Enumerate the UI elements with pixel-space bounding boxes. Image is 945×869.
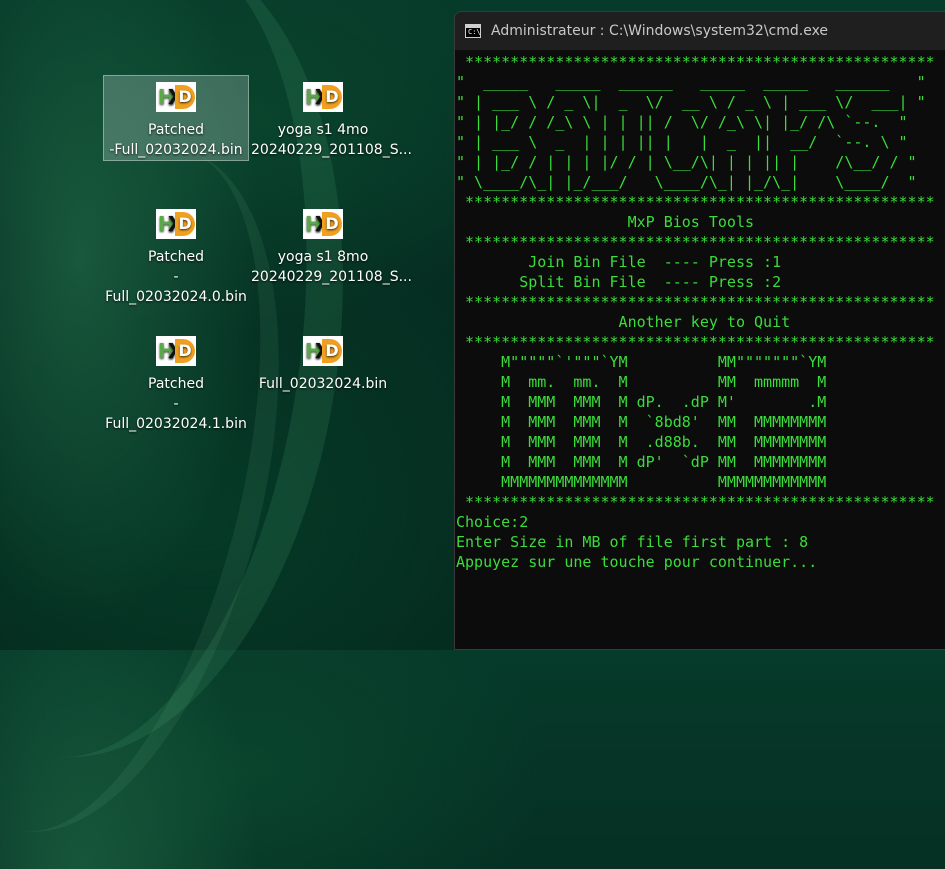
cmd-titlebar[interactable]: C:\ Administrateur : C:\Windows\system32… xyxy=(455,12,945,50)
console-line: " | ___ \ / _ \| _ \/ __ \ / _ \ | ___ \… xyxy=(456,93,926,111)
desktop-icon-label: Patched xyxy=(148,249,204,265)
hxd-file-icon: HXD xyxy=(303,336,343,366)
console-line: M MMM MMM M `8bd8' MM MMMMMMMM xyxy=(456,413,827,431)
console-line: ****************************************… xyxy=(456,493,935,511)
console-line: " | |_/ / /_\ \ | | || / \/ /_\ \| |_/ /… xyxy=(456,113,908,131)
console-line: MMMMMMMMMMMMMM MMMMMMMMMMMM xyxy=(456,473,827,491)
console-line: Choice:2 xyxy=(456,513,529,531)
console-line: " \____/\_| |_/___/ \____/\_| |_/\_| \__… xyxy=(456,173,917,191)
desktop-icon-label: -Full_02032024.0.bin xyxy=(105,269,247,305)
desktop-icon-patched-full-0-bin[interactable]: HXD Patched -Full_02032024.0.bin xyxy=(104,203,248,305)
hxd-file-icon: HXD xyxy=(156,336,196,366)
hxd-file-icon: HXD xyxy=(303,209,343,239)
console-line: M"""""`'"""`YM MM"""""""`YM xyxy=(456,353,827,371)
desktop-icon-label: Patched xyxy=(148,122,204,138)
console-line: ****************************************… xyxy=(456,53,935,71)
desktop-icon-label: Patched xyxy=(148,376,204,392)
console-line: " _____ _____ ______ _____ _____ ______ … xyxy=(456,73,926,91)
cmd-console-output[interactable]: ****************************************… xyxy=(455,50,945,572)
console-line: M MMM MMM M dP' `dP MM MMMMMMMM xyxy=(456,453,827,471)
desktop-icon-label: yoga s1 4mo xyxy=(277,122,369,138)
console-line: " | |_/ / | | | |/ / | \__/\| | | || | /… xyxy=(456,153,917,171)
desktop-icon-yoga-8mo[interactable]: HXD yoga s1 8mo 20240229_201108_S... xyxy=(251,203,412,287)
console-line: Another key to Quit xyxy=(456,313,791,331)
console-line: ****************************************… xyxy=(456,293,935,311)
desktop-icon-yoga-4mo[interactable]: HXD yoga s1 4mo 20240229_201108_S... xyxy=(251,76,412,160)
desktop-icon-patched-full-bin[interactable]: HXD Patched -Full_02032024.bin xyxy=(103,75,249,161)
console-line: M MMM MMM M dP. .dP M' .M xyxy=(456,393,827,411)
console-line: M mm. mm. M MM mmmmm M xyxy=(456,373,827,391)
hxd-file-icon: HXD xyxy=(156,82,196,112)
console-line: ****************************************… xyxy=(456,333,935,351)
hxd-file-icon: HXD xyxy=(303,82,343,112)
console-line: ****************************************… xyxy=(456,233,935,251)
desktop-icon-label: 20240229_201108_S... xyxy=(251,142,412,158)
console-line: " | ___ \ _ | | | || | | _ || __/ `--. \… xyxy=(456,133,908,151)
console-line: MxP Bios Tools xyxy=(456,213,755,231)
desktop-icon-label: 20240229_201108_S... xyxy=(251,269,412,285)
desktop-icon-label: yoga s1 8mo xyxy=(277,249,369,265)
desktop-icon-label: -Full_02032024.1.bin xyxy=(105,396,247,432)
desktop-icon-full-bin[interactable]: HXD Full_02032024.bin xyxy=(251,330,395,394)
desktop-icon-patched-full-1-bin[interactable]: HXD Patched -Full_02032024.1.bin xyxy=(104,330,248,432)
cmd-app-icon: C:\ xyxy=(465,24,481,38)
cmd-window[interactable]: C:\ Administrateur : C:\Windows\system32… xyxy=(454,11,945,650)
console-line: M MMM MMM M .d88b. MM MMMMMMMM xyxy=(456,433,827,451)
console-line: ****************************************… xyxy=(456,193,935,211)
console-line: Join Bin File ---- Press :1 xyxy=(456,253,782,271)
hxd-file-icon: HXD xyxy=(156,209,196,239)
console-line: Split Bin File ---- Press :2 xyxy=(456,273,782,291)
desktop-icon-label: -Full_02032024.bin xyxy=(109,142,243,158)
console-line: Enter Size in MB of file first part : 8 xyxy=(456,533,809,551)
desktop-icon-label: Full_02032024.bin xyxy=(258,376,388,392)
cmd-window-title: Administrateur : C:\Windows\system32\cmd… xyxy=(491,23,829,39)
console-line: Appuyez sur une touche pour continuer... xyxy=(456,553,818,571)
